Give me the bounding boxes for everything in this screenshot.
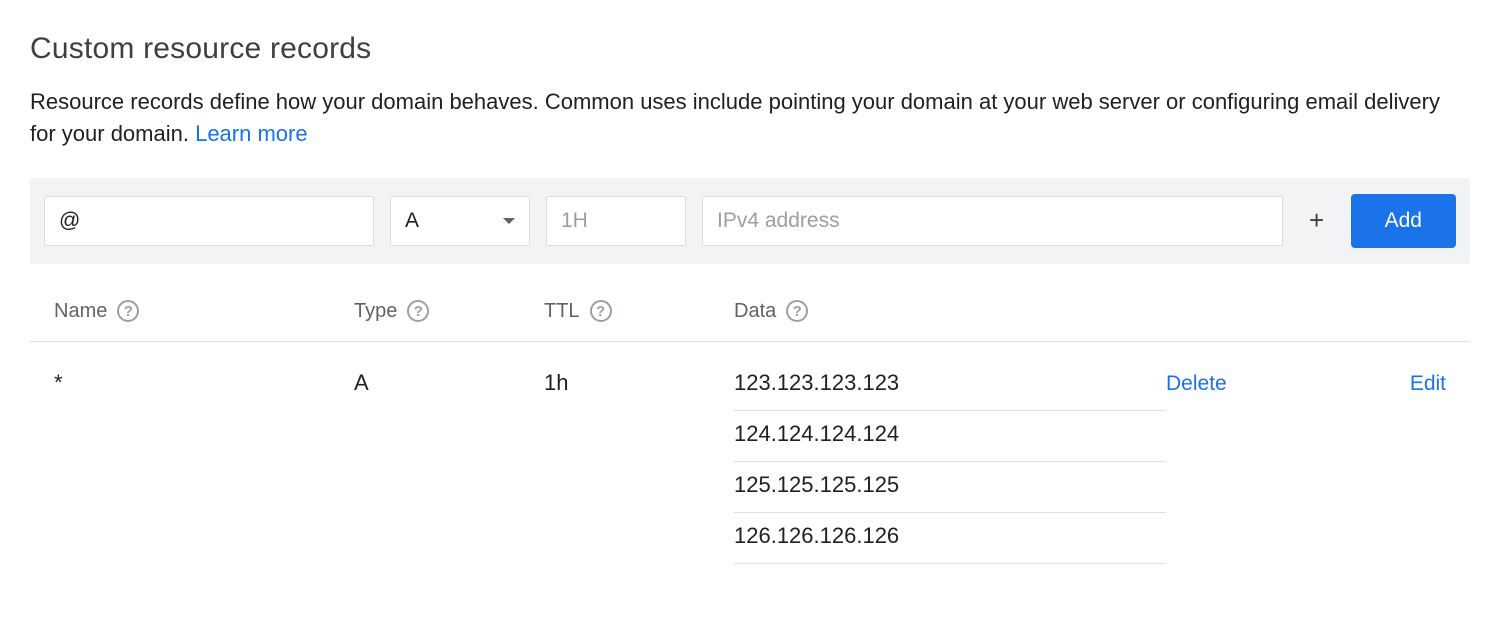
add-record-button[interactable]: Add — [1351, 194, 1456, 248]
add-record-form: @ A 1H IPv4 address + Add — [30, 178, 1470, 264]
help-icon[interactable]: ? — [590, 300, 612, 322]
data-value: 125.125.125.125 — [734, 462, 1166, 513]
record-type-value: A — [405, 209, 419, 233]
column-ttl: TTL ? — [544, 300, 734, 323]
learn-more-link[interactable]: Learn more — [195, 121, 308, 146]
record-type-select[interactable]: A — [390, 196, 530, 246]
records-table: Name ? Type ? TTL ? Data ? *A1h123.123.1… — [30, 300, 1470, 564]
data-value: 123.123.123.123 — [734, 370, 1166, 411]
table-header: Name ? Type ? TTL ? Data ? — [30, 300, 1470, 342]
help-icon[interactable]: ? — [786, 300, 808, 322]
record-name-value: @ — [59, 209, 80, 233]
column-data: Data ? — [734, 300, 1166, 323]
column-type-label: Type — [354, 300, 397, 323]
page-title: Custom resource records — [30, 32, 1470, 66]
description-text: Resource records define how your domain … — [30, 86, 1470, 150]
cell-ttl: 1h — [544, 370, 734, 396]
edit-button[interactable]: Edit — [1326, 370, 1446, 396]
data-value: 126.126.126.126 — [734, 513, 1166, 564]
record-name-input[interactable]: @ — [44, 196, 374, 246]
chevron-down-icon — [503, 218, 515, 224]
record-data-input[interactable]: IPv4 address — [702, 196, 1283, 246]
record-ttl-input[interactable]: 1H — [546, 196, 686, 246]
record-data-placeholder: IPv4 address — [717, 209, 840, 233]
add-data-row-button[interactable]: + — [1299, 205, 1335, 236]
delete-button[interactable]: Delete — [1166, 370, 1326, 396]
column-type: Type ? — [354, 300, 544, 323]
column-data-label: Data — [734, 300, 776, 323]
cell-data: 123.123.123.123124.124.124.124125.125.12… — [734, 370, 1166, 564]
column-ttl-label: TTL — [544, 300, 580, 323]
help-icon[interactable]: ? — [117, 300, 139, 322]
column-name-label: Name — [54, 300, 107, 323]
record-ttl-placeholder: 1H — [561, 209, 588, 233]
table-row: *A1h123.123.123.123124.124.124.124125.12… — [30, 342, 1470, 564]
cell-name: * — [54, 370, 354, 396]
cell-type: A — [354, 370, 544, 396]
data-value: 124.124.124.124 — [734, 411, 1166, 462]
help-icon[interactable]: ? — [407, 300, 429, 322]
column-name: Name ? — [54, 300, 354, 323]
